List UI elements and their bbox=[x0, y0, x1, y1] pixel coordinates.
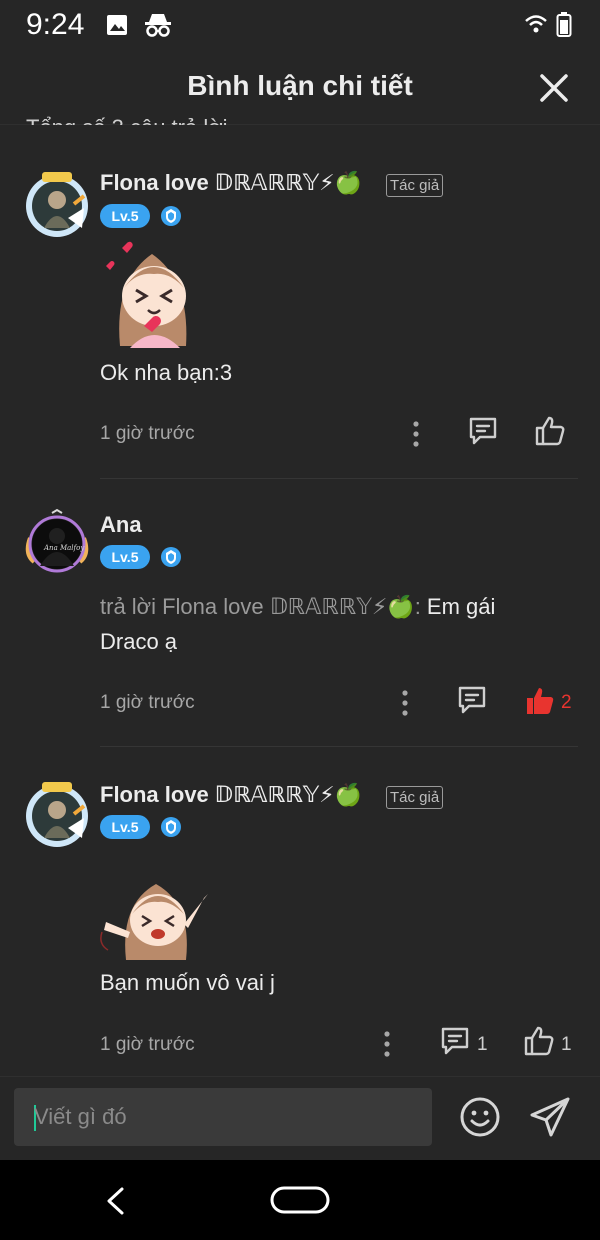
shield-icon bbox=[161, 206, 181, 226]
reply-target-label[interactable]: trả lời Flona love 𝔻ℝ𝔸ℝℝ𝕐⚡🍏: bbox=[100, 594, 421, 619]
svg-text:Ana Malfoy: Ana Malfoy bbox=[43, 544, 85, 552]
timestamp: 1 giờ trước bbox=[100, 423, 195, 444]
divider bbox=[100, 478, 578, 479]
incognito-icon bbox=[145, 14, 171, 37]
like-icon[interactable] bbox=[523, 1025, 555, 1057]
status-bar: 9:24 bbox=[0, 0, 600, 52]
timestamp: 1 giờ trước bbox=[100, 1034, 195, 1055]
comment-text: trả lời Flona love 𝔻ℝ𝔸ℝℝ𝕐⚡🍏: Em gái Draco… bbox=[100, 589, 540, 659]
reply-icon[interactable] bbox=[457, 685, 487, 715]
gallery-icon bbox=[107, 15, 127, 35]
reply-count: 1 bbox=[477, 1034, 488, 1055]
author-tag: Tác giả bbox=[386, 174, 444, 197]
author-name[interactable]: Flona love 𝔻ℝ𝔸ℝℝ𝕐⚡🍏 bbox=[100, 782, 362, 808]
comment-item: Ana Malfoy Ana Lv.5 trả lời Flona love 𝔻… bbox=[0, 500, 600, 750]
comment-input-placeholder: Viết gì đó bbox=[34, 1104, 127, 1129]
comment-input[interactable]: Viết gì đó bbox=[14, 1088, 432, 1146]
divider bbox=[100, 746, 578, 747]
avatar[interactable] bbox=[22, 170, 92, 240]
level-badge: Lv.5 bbox=[100, 204, 150, 228]
comment-text: Bạn muốn vô vai j bbox=[100, 970, 275, 995]
like-count: 2 bbox=[561, 692, 572, 713]
reply-icon[interactable] bbox=[468, 416, 498, 446]
avatar[interactable] bbox=[22, 780, 92, 850]
author-tag: Tác giả bbox=[386, 786, 444, 809]
like-icon-active[interactable] bbox=[524, 685, 556, 717]
more-options-icon[interactable] bbox=[383, 1030, 391, 1058]
status-time: 9:24 bbox=[26, 8, 85, 41]
sticker-image bbox=[100, 884, 208, 960]
comment-text: Ok nha bạn:3 bbox=[100, 360, 233, 385]
page-title: Bình luận chi tiết bbox=[187, 70, 413, 101]
sticker-image bbox=[106, 241, 187, 348]
shield-icon bbox=[161, 817, 181, 837]
like-count: 1 bbox=[561, 1034, 572, 1055]
close-icon[interactable] bbox=[538, 72, 570, 104]
like-icon[interactable] bbox=[534, 415, 566, 447]
wifi-icon bbox=[525, 15, 547, 33]
comment-item: Flona love 𝔻ℝ𝔸ℝℝ𝕐⚡🍏 Tác giả Lv.5 Bạn muố… bbox=[0, 770, 600, 1070]
level-badge: Lv.5 bbox=[100, 815, 150, 839]
comment-text-line1: Em gái bbox=[420, 594, 496, 619]
reply-icon[interactable] bbox=[440, 1026, 470, 1056]
avatar[interactable]: Ana Malfoy bbox=[22, 508, 92, 578]
emoji-icon[interactable] bbox=[458, 1095, 502, 1139]
home-icon[interactable] bbox=[270, 1186, 330, 1214]
level-badge: Lv.5 bbox=[100, 545, 150, 569]
more-options-icon[interactable] bbox=[401, 689, 409, 717]
shield-icon bbox=[161, 547, 181, 567]
author-name[interactable]: Ana bbox=[100, 512, 142, 538]
more-options-icon[interactable] bbox=[412, 420, 420, 448]
back-icon[interactable] bbox=[104, 1186, 126, 1216]
timestamp: 1 giờ trước bbox=[100, 692, 195, 713]
comment-text-line2: Draco ạ bbox=[100, 629, 178, 654]
comment-item: Flona love 𝔻ℝ𝔸ℝℝ𝕐⚡🍏 Tác giả Lv.5 Ok nha … bbox=[0, 160, 600, 480]
author-name[interactable]: Flona love 𝔻ℝ𝔸ℝℝ𝕐⚡🍏 bbox=[100, 170, 362, 196]
system-navigation-bar bbox=[0, 1160, 600, 1240]
comment-detail-screen: 9:24 Bình luận chi tiết Tổng số bbox=[0, 0, 600, 1240]
header-mask bbox=[0, 125, 600, 135]
battery-icon bbox=[556, 12, 572, 37]
send-icon[interactable] bbox=[528, 1095, 572, 1139]
comment-composer: Viết gì đó bbox=[0, 1076, 600, 1161]
